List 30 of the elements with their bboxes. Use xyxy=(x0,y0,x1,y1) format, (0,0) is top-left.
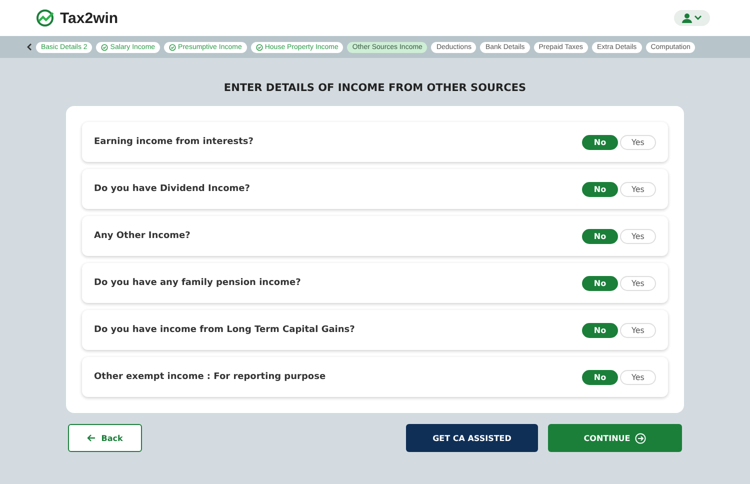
ca-assist-button[interactable]: GET CA ASSISTED xyxy=(406,424,538,452)
option-button[interactable]: Yes xyxy=(620,134,656,150)
continue-button[interactable]: CONTINUE xyxy=(548,424,682,452)
question-text: Do you have income from Long Term Capital Gains? xyxy=(94,325,355,335)
question-text: Any Other Income? xyxy=(94,231,190,241)
chevron-down-icon xyxy=(694,15,702,21)
question-text: Do you have any family pension income? xyxy=(94,278,301,288)
option-button[interactable]: Yes xyxy=(620,276,656,290)
question-text: Other exempt income : For reporting purpose xyxy=(94,372,326,382)
logo-text: Tax2win xyxy=(60,10,118,26)
option-button[interactable]: No xyxy=(582,134,618,150)
option-button[interactable]: Yes xyxy=(620,228,656,244)
back-button[interactable]: Back xyxy=(68,424,142,452)
option-button[interactable]: Yes xyxy=(620,322,656,338)
option-button[interactable]: Yes xyxy=(620,370,656,384)
arrow-right-circle-icon xyxy=(635,432,646,444)
option-button[interactable]: No xyxy=(582,276,618,290)
option-button[interactable]: No xyxy=(582,322,618,338)
question-text: Earning income from interests? xyxy=(94,137,254,147)
chevron-left-icon[interactable] xyxy=(26,43,32,51)
option-button[interactable]: No xyxy=(582,182,618,196)
user-icon xyxy=(682,13,692,23)
option-button[interactable]: No xyxy=(582,370,618,384)
option-button[interactable]: Yes xyxy=(620,182,656,196)
option-button[interactable]: No xyxy=(582,228,618,244)
page-title: ENTER DETAILS OF INCOME FROM OTHER SOURCES xyxy=(224,82,526,94)
logo-icon xyxy=(36,9,56,27)
user-menu[interactable] xyxy=(674,10,710,26)
question-text: Do you have Dividend Income? xyxy=(94,184,250,194)
arrow-left-icon xyxy=(87,434,96,442)
